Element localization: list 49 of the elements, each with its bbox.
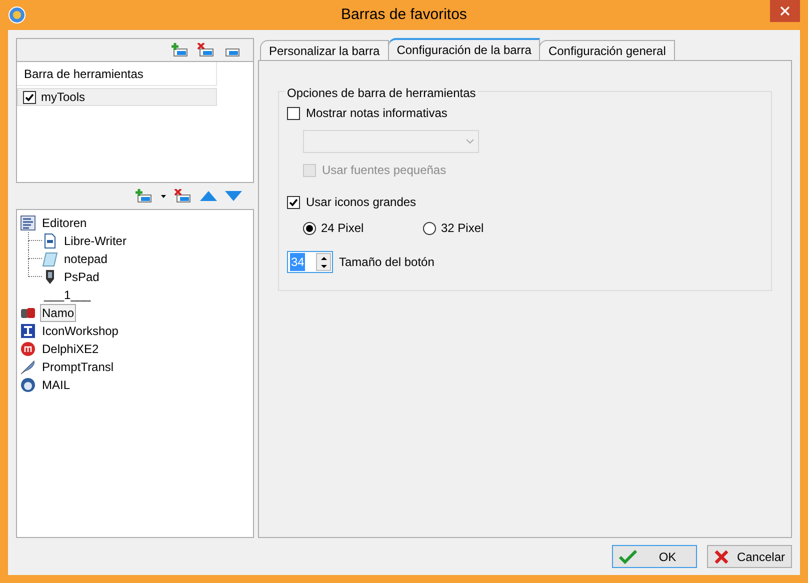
tree-item[interactable]: Editoren	[40, 214, 89, 232]
cross-icon	[714, 550, 729, 564]
tab[interactable]: Configuración general	[539, 40, 675, 60]
delete-bar-icon[interactable]	[197, 43, 215, 57]
list-item-label: myTools	[41, 89, 86, 106]
tree-item[interactable]: Libre-Writer	[62, 232, 128, 250]
tab[interactable]: Personalizar la barra	[260, 40, 389, 60]
tree-item[interactable]: MAIL	[40, 376, 72, 394]
tree-item[interactable]: IconWorkshop	[40, 322, 120, 340]
tree-item[interactable]: notepad	[62, 250, 110, 268]
radio-label: 24 Pixel	[321, 220, 364, 237]
radio-button[interactable]	[303, 222, 316, 234]
delete-item-icon[interactable]	[174, 189, 192, 203]
checkbox-label: Usar fuentes pequeñas	[322, 162, 446, 179]
document-icon	[42, 233, 58, 249]
close-icon	[780, 6, 790, 16]
move-up-icon[interactable]	[200, 191, 217, 201]
window-title: Barras de favoritos	[341, 4, 467, 25]
checkbox[interactable]	[287, 196, 300, 208]
tree-item[interactable]: ___1___	[42, 286, 93, 304]
spin-label: Tamaño del botón	[339, 254, 434, 271]
column-header: Barra de herramientas	[17, 62, 217, 86]
letter-block-icon	[20, 323, 36, 339]
add-item-icon[interactable]	[135, 189, 153, 203]
tree-item[interactable]: PsPad	[62, 268, 102, 286]
checkbox-label: Mostrar notas informativas	[306, 105, 448, 122]
tree-item[interactable]: DelphiXE2	[40, 340, 101, 358]
radio-button[interactable]	[423, 222, 436, 234]
notepad-icon	[42, 251, 58, 267]
tree-item[interactable]: Namo	[40, 304, 76, 322]
quill-icon	[20, 359, 36, 375]
tree-item[interactable]: PromptTransl	[40, 358, 116, 376]
caret-icon[interactable]	[161, 194, 166, 198]
cancel-button[interactable]: Cancelar	[707, 545, 792, 568]
list-row[interactable]: myTools	[17, 88, 217, 106]
spinner-arrows-icon[interactable]	[316, 253, 331, 271]
radio-label: 32 Pixel	[441, 220, 484, 237]
list-window-icon	[20, 215, 36, 231]
globe-icon	[8, 6, 26, 24]
checkbox[interactable]	[23, 90, 36, 104]
checkbox-label: Usar iconos grandes	[306, 194, 416, 211]
move-down-icon[interactable]	[225, 191, 242, 201]
checkbox[interactable]	[287, 106, 300, 120]
spin-value: 34	[290, 253, 306, 271]
check-icon	[619, 550, 637, 564]
chevron-down-icon	[466, 139, 474, 144]
close-button[interactable]	[770, 0, 800, 22]
add-bar-icon[interactable]	[171, 43, 189, 57]
ok-button[interactable]: OK	[612, 545, 697, 568]
